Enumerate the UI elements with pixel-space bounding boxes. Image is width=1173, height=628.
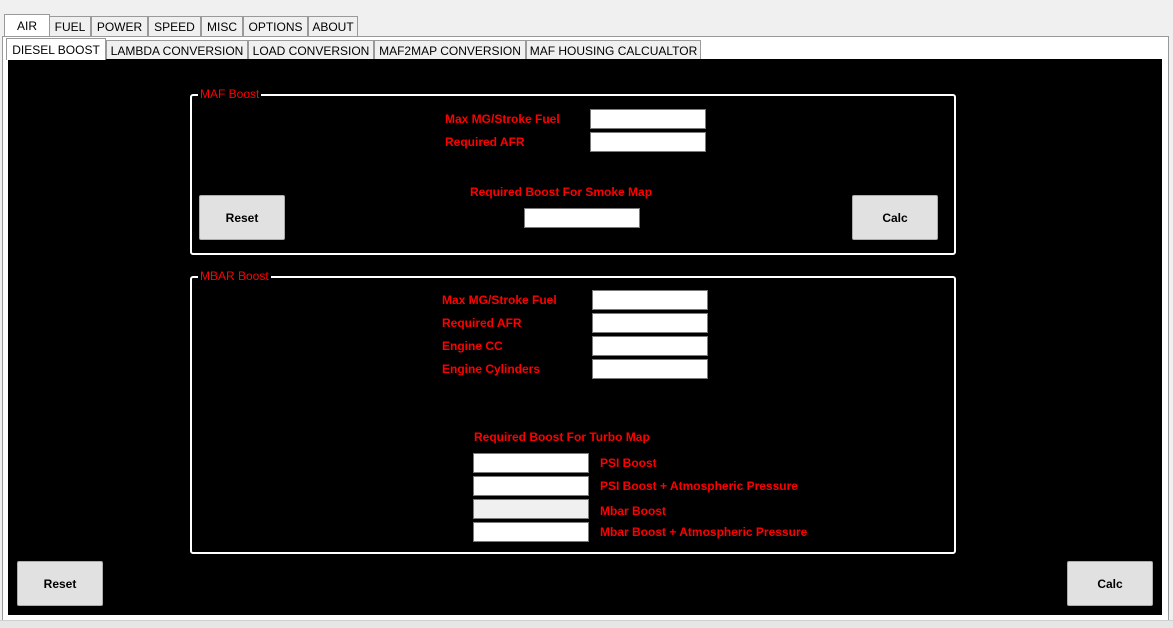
engine-cylinders-input[interactable]	[592, 359, 708, 379]
tab-power-label: POWER	[96, 19, 143, 34]
maf-boost-group: MAF Boost	[190, 87, 956, 255]
tab-speed[interactable]: SPEED	[148, 16, 201, 36]
subtab-maf-housing-calculator[interactable]: MAF HOUSING CALCUALTOR	[526, 40, 701, 60]
psi-boost-output[interactable]	[473, 453, 589, 473]
maf-boost-title: MAF Boost	[198, 87, 262, 101]
mbar-atm-output[interactable]	[473, 522, 589, 542]
engine-cc-label: Engine CC	[442, 339, 503, 353]
subtab-lambda-conversion[interactable]: LAMBDA CONVERSION	[106, 40, 248, 60]
mbar-afr-input[interactable]	[592, 313, 708, 333]
subtab-maf2map-conversion[interactable]: MAF2MAP CONVERSION	[374, 40, 526, 60]
maf-result-label: Required Boost For Smoke Map	[470, 185, 653, 199]
tab-fuel-label: FUEL	[54, 19, 86, 34]
tab-about[interactable]: ABOUT	[308, 16, 358, 36]
maf-result-output[interactable]	[524, 208, 640, 228]
maf-afr-input[interactable]	[590, 132, 706, 152]
maf-max-mg-label: Max MG/Stroke Fuel	[445, 112, 560, 126]
mbar-afr-label: Required AFR	[442, 316, 522, 330]
maf-calc-button[interactable]: Calc	[852, 195, 938, 240]
mbar-boost-output[interactable]	[473, 499, 589, 519]
tab-options-label: OPTIONS	[248, 19, 303, 34]
maf-afr-label: Required AFR	[445, 135, 525, 149]
tab-air-label: AIR	[16, 18, 37, 33]
bottom-reset-button[interactable]: Reset	[17, 561, 103, 606]
psi-boost-label: PSI Boost	[600, 456, 657, 470]
subtab-load-conversion-label: LOAD CONVERSION	[252, 43, 370, 58]
mbar-max-mg-input[interactable]	[592, 290, 708, 310]
mbar-boost-title: MBAR Boost	[198, 269, 271, 283]
tab-misc-label: MISC	[207, 19, 237, 34]
tab-air[interactable]: AIR	[4, 14, 50, 36]
tab-fuel[interactable]: FUEL	[49, 16, 91, 36]
psi-atm-output[interactable]	[473, 476, 589, 496]
subtab-load-conversion[interactable]: LOAD CONVERSION	[248, 40, 374, 60]
subtab-maf-housing-calculator-label: MAF HOUSING CALCUALTOR	[529, 43, 698, 58]
engine-cc-input[interactable]	[592, 336, 708, 356]
engine-cylinders-label: Engine Cylinders	[442, 362, 541, 376]
mbar-max-mg-label: Max MG/Stroke Fuel	[442, 293, 557, 307]
subtab-diesel-boost[interactable]: DIESEL BOOST	[6, 38, 106, 60]
tab-options[interactable]: OPTIONS	[243, 16, 308, 36]
tab-misc[interactable]: MISC	[201, 16, 243, 36]
mbar-atm-label: Mbar Boost + Atmospheric Pressure	[600, 525, 808, 539]
subtab-lambda-conversion-label: LAMBDA CONVERSION	[110, 43, 244, 58]
subtab-diesel-boost-label: DIESEL BOOST	[12, 42, 100, 57]
subtab-maf2map-conversion-label: MAF2MAP CONVERSION	[379, 43, 521, 58]
maf-max-mg-input[interactable]	[590, 109, 706, 129]
mbar-result-label: Required Boost For Turbo Map	[474, 430, 650, 444]
tab-power[interactable]: POWER	[91, 16, 148, 36]
tab-speed-label: SPEED	[154, 19, 195, 34]
tab-about-label: ABOUT	[312, 19, 354, 34]
mbar-boost-label: Mbar Boost	[600, 504, 666, 518]
psi-atm-label: PSI Boost + Atmospheric Pressure	[600, 479, 798, 493]
maf-reset-button[interactable]: Reset	[199, 195, 285, 240]
diesel-boost-panel: MAF Boost Max MG/Stroke Fuel Required AF…	[8, 59, 1162, 615]
bottom-calc-button[interactable]: Calc	[1067, 561, 1153, 606]
